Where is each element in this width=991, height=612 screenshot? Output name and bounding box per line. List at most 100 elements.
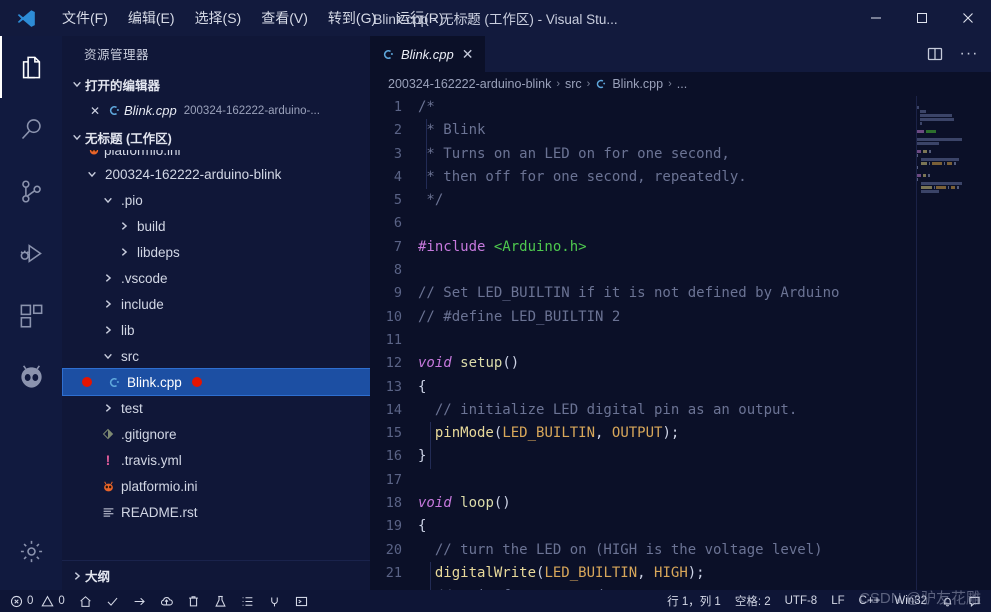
pio-home-button[interactable] bbox=[72, 590, 99, 612]
breadcrumb-item-symbol[interactable]: ... bbox=[677, 77, 687, 91]
code-text[interactable]: // initialize LED digital pin as an outp… bbox=[418, 399, 991, 422]
tree-item-readme[interactable]: README.rst bbox=[62, 499, 370, 525]
open-editor-filepath: 200324-162222-arduino-... bbox=[183, 104, 320, 117]
breakpoint-dot-left[interactable] bbox=[82, 377, 92, 387]
code-text[interactable]: /* bbox=[418, 96, 991, 119]
tree-item-lib[interactable]: lib bbox=[62, 317, 370, 343]
line-number: 18 bbox=[385, 495, 402, 512]
tree-item-src[interactable]: src bbox=[62, 343, 370, 369]
code-text[interactable]: void setup() bbox=[418, 352, 991, 375]
git-icon bbox=[98, 428, 118, 440]
close-icon[interactable]: ✕ bbox=[86, 104, 104, 118]
eol[interactable]: LF bbox=[824, 590, 851, 612]
code-line: 10 // #define LED_BUILTIN 2 bbox=[370, 306, 991, 329]
pio-clean-button[interactable] bbox=[180, 590, 207, 612]
extensions-icon[interactable] bbox=[0, 284, 62, 346]
tree-item-project[interactable]: 200324-162222-arduino-blink bbox=[62, 161, 370, 187]
cpp-icon bbox=[382, 48, 395, 61]
code-text[interactable]: void loop() bbox=[418, 492, 991, 515]
tree-item-test[interactable]: test bbox=[62, 395, 370, 421]
close-button[interactable] bbox=[945, 0, 991, 36]
chevron-down-icon bbox=[100, 195, 116, 205]
feedback-icon[interactable] bbox=[961, 590, 991, 612]
code-text[interactable]: // #define LED_BUILTIN 2 bbox=[418, 306, 991, 329]
line-number: 1 bbox=[393, 99, 402, 115]
code-text[interactable]: digitalWrite(LED_BUILTIN, HIGH); bbox=[418, 562, 991, 585]
cursor-position[interactable]: 行 1，列 1 bbox=[660, 590, 728, 612]
pio-serial-monitor-button[interactable] bbox=[261, 590, 288, 612]
section-outline[interactable]: 大纲 bbox=[62, 560, 370, 590]
more-actions-icon[interactable]: ··· bbox=[955, 40, 983, 68]
menu-overflow-icon[interactable]: ··· bbox=[454, 9, 493, 27]
breadcrumb-item-project[interactable]: 200324-162222-arduino-blink bbox=[388, 77, 551, 91]
section-open-editors[interactable]: 打开的编辑器 bbox=[62, 71, 370, 97]
code-editor[interactable]: 1/* 2 * Blink 3 * Turns on an LED on for o… bbox=[370, 96, 991, 590]
line-number: 17 bbox=[385, 471, 402, 488]
tree-clipped-label: platformio.ini bbox=[104, 150, 181, 158]
code-text[interactable]: #include <Arduino.h> bbox=[418, 236, 991, 259]
tree-item-pio[interactable]: .pio bbox=[62, 187, 370, 213]
tab-blink-cpp[interactable]: Blink.cpp ✕ bbox=[370, 36, 486, 72]
pio-upload-remote-button[interactable] bbox=[153, 590, 180, 612]
code-text[interactable]: * then off for one second, repeatedly. bbox=[418, 166, 991, 189]
problems-status[interactable]: 0 0 bbox=[0, 590, 72, 612]
tree-item-vscode[interactable]: .vscode bbox=[62, 265, 370, 291]
tree-item-libdeps[interactable]: libdeps bbox=[62, 239, 370, 265]
tree-item-gitignore[interactable]: .gitignore bbox=[62, 421, 370, 447]
tree-item-travis[interactable]: ! .travis.yml bbox=[62, 447, 370, 473]
search-icon[interactable] bbox=[0, 98, 62, 160]
editor-scrollbar[interactable] bbox=[977, 96, 991, 590]
explorer-icon[interactable] bbox=[0, 36, 62, 98]
code-text[interactable]: // Set LED_BUILTIN if it is not defined … bbox=[418, 282, 991, 305]
pio-build-button[interactable] bbox=[99, 590, 126, 612]
tree-item-build[interactable]: build bbox=[62, 213, 370, 239]
chevron-right-icon bbox=[68, 571, 85, 581]
settings-gear-icon[interactable] bbox=[0, 520, 62, 582]
source-control-icon[interactable] bbox=[0, 160, 62, 222]
code-text[interactable]: } bbox=[418, 445, 991, 468]
maximize-button[interactable] bbox=[899, 0, 945, 36]
pio-upload-button[interactable] bbox=[126, 590, 153, 612]
tree-item-blink-cpp[interactable]: Blink.cpp bbox=[62, 369, 370, 395]
travis-icon: ! bbox=[105, 452, 111, 468]
line-number: 11 bbox=[385, 331, 402, 348]
code-text[interactable]: pinMode(LED_BUILTIN, OUTPUT); bbox=[418, 422, 991, 445]
chevron-right-icon bbox=[100, 403, 116, 413]
menu-file[interactable]: 文件(F) bbox=[52, 6, 118, 30]
check-icon bbox=[106, 595, 119, 608]
close-icon[interactable]: ✕ bbox=[460, 46, 476, 63]
open-editor-item-blink[interactable]: ✕ Blink.cpp 200324-162222-arduino-... bbox=[62, 97, 370, 124]
code-text[interactable]: * Blink bbox=[418, 119, 991, 142]
split-editor-icon[interactable] bbox=[921, 40, 949, 68]
bell-icon[interactable] bbox=[934, 590, 961, 612]
breadcrumb-item-src[interactable]: src bbox=[565, 77, 582, 91]
platformio-alien-icon[interactable] bbox=[0, 346, 62, 408]
code-text[interactable]: * Turns on an LED on for one second, bbox=[418, 143, 991, 166]
code-text[interactable]: */ bbox=[418, 189, 991, 212]
indentation[interactable]: 空格: 2 bbox=[728, 590, 778, 612]
code-text[interactable]: { bbox=[418, 515, 991, 538]
pio-tasks-button[interactable] bbox=[234, 590, 261, 612]
code-text[interactable]: // turn the LED on (HIGH is the voltage … bbox=[418, 539, 991, 562]
tree-item-include[interactable]: include bbox=[62, 291, 370, 317]
minimize-button[interactable] bbox=[853, 0, 899, 36]
breadcrumb-item-file[interactable]: Blink.cpp bbox=[612, 77, 663, 91]
status-bar: 0 0 行 1，列 1 空格: 2 UTF-8 LF C++ Win32 bbox=[0, 590, 991, 612]
run-debug-icon[interactable] bbox=[0, 222, 62, 284]
menu-go[interactable]: 转到(G) bbox=[318, 6, 386, 30]
language-mode[interactable]: C++ bbox=[852, 590, 888, 612]
platform-target[interactable]: Win32 bbox=[887, 590, 934, 612]
menu-run[interactable]: 运行(R) bbox=[386, 6, 453, 30]
menu-selection[interactable]: 选择(S) bbox=[185, 6, 252, 30]
pio-test-button[interactable] bbox=[207, 590, 234, 612]
section-workspace[interactable]: 无标题 (工作区) bbox=[62, 124, 370, 150]
menu-view[interactable]: 查看(V) bbox=[251, 6, 318, 30]
minimap[interactable] bbox=[917, 96, 977, 590]
code-line: 5 */ bbox=[370, 189, 991, 212]
code-text[interactable]: { bbox=[418, 376, 991, 399]
encoding[interactable]: UTF-8 bbox=[778, 590, 825, 612]
breakpoint-dot-right[interactable] bbox=[191, 377, 202, 387]
tree-item-platformio-ini[interactable]: platformio.ini bbox=[62, 473, 370, 499]
menu-edit[interactable]: 编辑(E) bbox=[118, 6, 185, 30]
pio-terminal-button[interactable] bbox=[288, 590, 315, 612]
